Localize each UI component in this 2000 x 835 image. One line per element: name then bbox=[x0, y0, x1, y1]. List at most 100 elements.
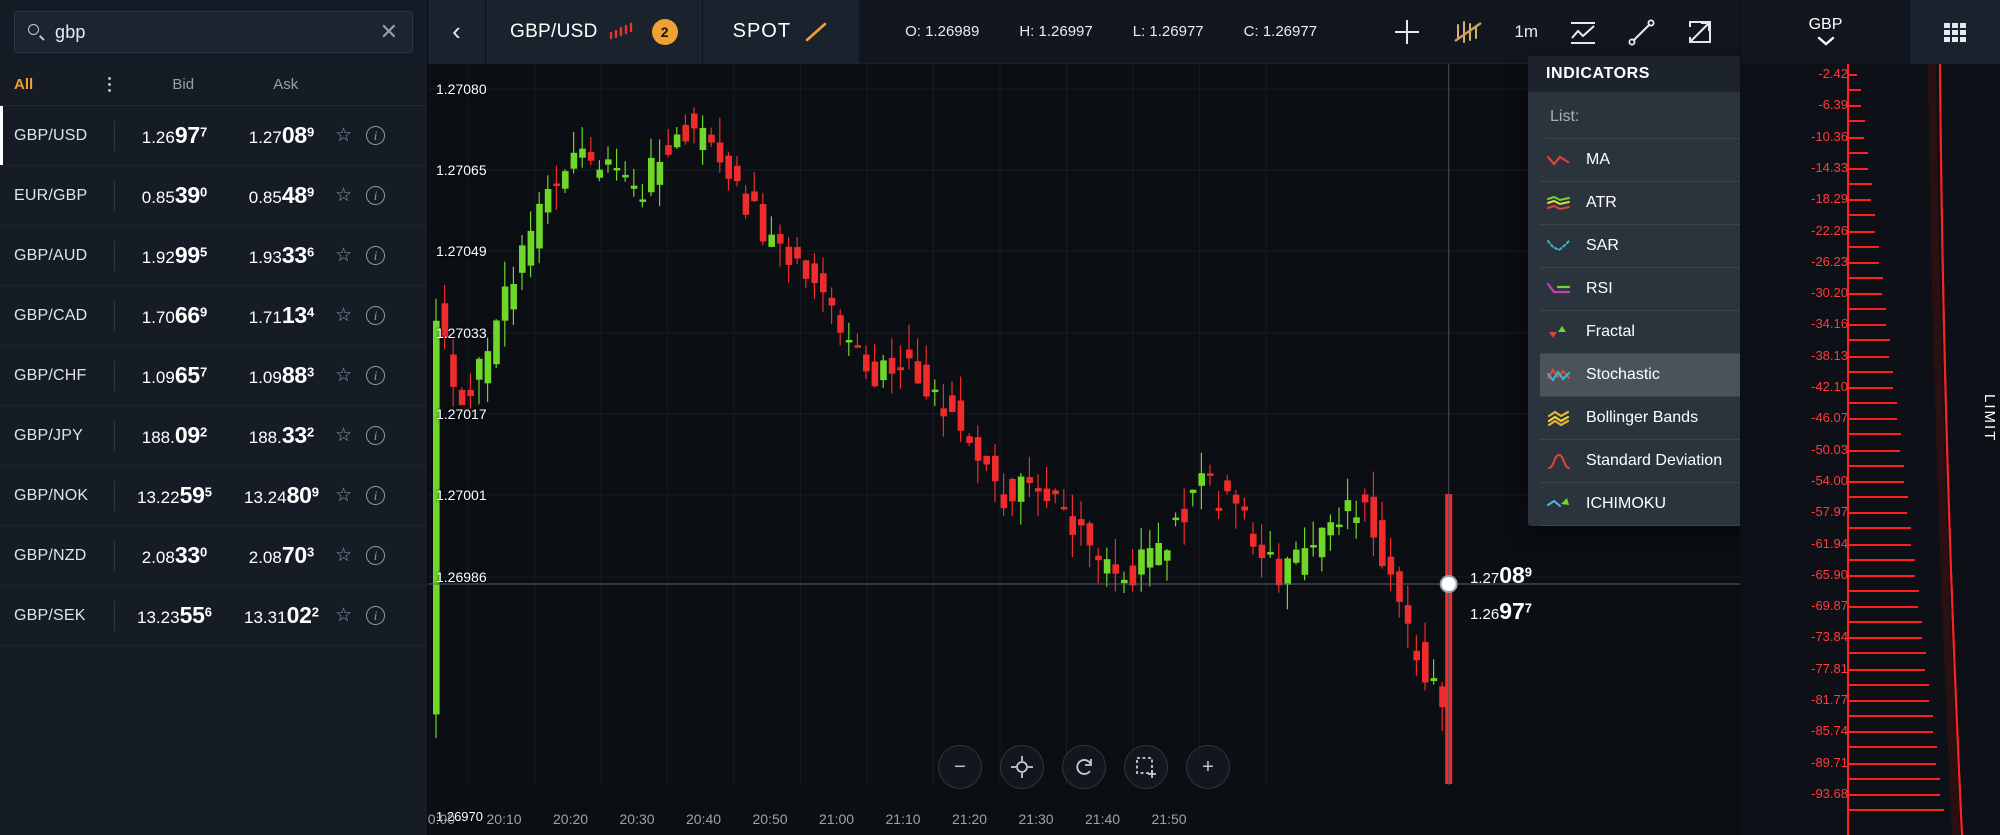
column-header-bid[interactable]: Bid bbox=[132, 76, 235, 93]
indicator-item-rsi[interactable]: RSI bbox=[1540, 268, 1740, 311]
indicator-label: RSI bbox=[1586, 280, 1613, 297]
favorite-star-icon[interactable]: ☆ bbox=[335, 426, 352, 445]
indicator-label: Fractal bbox=[1586, 323, 1635, 340]
row-actions: ☆ i bbox=[335, 546, 427, 565]
depth-tick-label: -50.03 bbox=[1811, 441, 1848, 457]
depth-bar bbox=[1849, 182, 1872, 185]
watchlist-menu-button[interactable] bbox=[86, 77, 132, 92]
table-row[interactable]: GBP/JPY 188.092 188.332 ☆ i bbox=[0, 406, 427, 466]
favorite-star-icon[interactable]: ☆ bbox=[335, 546, 352, 565]
table-row[interactable]: EUR/GBP 0.85390 0.85489 ☆ i bbox=[0, 166, 427, 226]
depth-bar bbox=[1849, 105, 1861, 108]
reset-chart-button[interactable] bbox=[1062, 745, 1106, 789]
row-actions: ☆ i bbox=[335, 426, 427, 445]
divider bbox=[114, 240, 115, 271]
info-icon[interactable]: i bbox=[366, 366, 386, 385]
table-row[interactable]: GBP/CHF 1.09657 1.09883 ☆ i bbox=[0, 346, 427, 406]
depth-bar bbox=[1849, 370, 1894, 373]
chart-toolbar: ‹ GBP/USD 2 SPOT O: 1.26989 H: 1.26997 L… bbox=[428, 0, 1740, 64]
depth-tick-label: -77.81 bbox=[1811, 660, 1848, 676]
row-bid: 2.08330 bbox=[141, 542, 208, 568]
depth-bar bbox=[1849, 418, 1897, 421]
row-ask: 188.332 bbox=[248, 422, 315, 448]
table-row[interactable]: GBP/AUD 1.92995 1.93336 ☆ i bbox=[0, 226, 427, 286]
info-icon[interactable]: i bbox=[366, 246, 386, 265]
table-row[interactable]: GBP/NOK 13.22595 13.24809 ☆ i bbox=[0, 466, 427, 526]
depth-bar bbox=[1849, 495, 1908, 498]
grid-view-button[interactable] bbox=[1910, 0, 2000, 64]
table-row[interactable]: GBP/USD 1.26977 1.27089 ☆ i bbox=[0, 106, 427, 166]
zoom-out-button[interactable]: − bbox=[938, 745, 982, 789]
info-icon[interactable]: i bbox=[366, 486, 386, 505]
filter-all-tab[interactable]: All bbox=[0, 76, 86, 93]
row-ask: 1.93336 bbox=[248, 242, 315, 268]
table-row[interactable]: GBP/NZD 2.08330 2.08703 ☆ i bbox=[0, 526, 427, 586]
favorite-star-icon[interactable]: ☆ bbox=[335, 126, 352, 145]
indicator-item-atr[interactable]: ATR bbox=[1540, 182, 1740, 225]
table-row[interactable]: GBP/SEK 13.23556 13.31022 ☆ i bbox=[0, 586, 427, 646]
divider bbox=[114, 600, 115, 631]
info-icon[interactable]: i bbox=[366, 186, 386, 205]
ohlc-readout: O: 1.26989 H: 1.26997 L: 1.26977 C: 1.26… bbox=[905, 23, 1317, 40]
zoom-in-button[interactable]: + bbox=[1186, 745, 1230, 789]
row-ask: 0.85489 bbox=[248, 182, 315, 208]
depth-bar bbox=[1849, 543, 1911, 546]
center-chart-button[interactable] bbox=[1000, 745, 1044, 789]
column-header-ask[interactable]: Ask bbox=[235, 76, 338, 93]
expand-icon[interactable] bbox=[1686, 18, 1714, 46]
search-input[interactable]: gbp ✕ bbox=[14, 11, 413, 53]
chart-tools: 1m bbox=[1392, 17, 1740, 47]
candles-off-icon[interactable] bbox=[1452, 17, 1484, 47]
row-bid: 188.092 bbox=[141, 422, 208, 448]
info-icon[interactable]: i bbox=[366, 606, 386, 625]
depth-tick-label: -10.36 bbox=[1811, 128, 1848, 144]
currency-selector[interactable]: GBP bbox=[1741, 0, 1910, 64]
indicator-item-ichimoku[interactable]: ICHIMOKU bbox=[1540, 483, 1740, 526]
table-row[interactable]: GBP/CAD 1.70669 1.71134 ☆ i bbox=[0, 286, 427, 346]
indicator-item-ma[interactable]: MA bbox=[1540, 139, 1740, 182]
favorite-star-icon[interactable]: ☆ bbox=[335, 306, 352, 325]
favorite-star-icon[interactable]: ☆ bbox=[335, 246, 352, 265]
row-symbol: GBP/NOK bbox=[14, 486, 89, 504]
crosshair-icon[interactable] bbox=[1392, 17, 1422, 47]
watchlist-rows: GBP/USD 1.26977 1.27089 ☆ i EUR/GBP 0.85390 0.8… bbox=[0, 106, 427, 646]
favorite-star-icon[interactable]: ☆ bbox=[335, 366, 352, 385]
favorite-star-icon[interactable]: ☆ bbox=[335, 486, 352, 505]
timeframe-button[interactable]: 1m bbox=[1514, 22, 1538, 42]
back-button[interactable]: ‹ bbox=[428, 0, 486, 64]
row-bid: 1.26977 bbox=[141, 122, 208, 148]
row-ask: 13.31022 bbox=[244, 602, 319, 628]
favorite-star-icon[interactable]: ☆ bbox=[335, 186, 352, 205]
chart-type-icon[interactable] bbox=[1568, 18, 1598, 46]
time-tick: 21:30 bbox=[1018, 811, 1054, 827]
select-area-button[interactable] bbox=[1124, 745, 1168, 789]
info-icon[interactable]: i bbox=[366, 306, 386, 325]
instrument-tab[interactable]: GBP/USD 2 bbox=[486, 0, 703, 64]
price-tick: 1.27049 bbox=[436, 243, 487, 259]
indicator-label: SAR bbox=[1586, 237, 1619, 254]
info-icon[interactable]: i bbox=[366, 546, 386, 565]
depth-bar bbox=[1849, 637, 1922, 640]
info-icon[interactable]: i bbox=[366, 426, 386, 445]
search-icon bbox=[27, 23, 45, 41]
row-actions: ☆ i bbox=[335, 606, 427, 625]
depth-tick-label: -30.20 bbox=[1811, 285, 1848, 301]
indicator-item-bollinger-bands[interactable]: Bollinger Bands bbox=[1540, 397, 1740, 440]
mini-candles-icon bbox=[609, 22, 632, 39]
indicator-item-stochastic[interactable]: Stochastic bbox=[1540, 354, 1740, 397]
indicator-item-sar[interactable]: SAR bbox=[1540, 225, 1740, 268]
info-icon[interactable]: i bbox=[366, 126, 386, 145]
indicator-item-fractal[interactable]: Fractal bbox=[1540, 311, 1740, 354]
ichimoku-icon bbox=[1546, 495, 1572, 513]
ma-icon bbox=[1546, 151, 1572, 169]
depth-tick-label: -38.13 bbox=[1811, 347, 1848, 363]
line-tool-icon[interactable] bbox=[1628, 18, 1656, 46]
sar-icon bbox=[1546, 237, 1572, 255]
spot-tab[interactable]: SPOT bbox=[702, 0, 860, 64]
favorite-star-icon[interactable]: ☆ bbox=[335, 606, 352, 625]
indicator-item-standard-deviation[interactable]: Standard Deviation bbox=[1540, 440, 1740, 483]
clear-search-icon[interactable]: ✕ bbox=[378, 21, 400, 43]
indicator-label: Standard Deviation bbox=[1586, 452, 1723, 469]
depth-bar bbox=[1849, 214, 1876, 217]
atr-icon bbox=[1546, 194, 1572, 212]
